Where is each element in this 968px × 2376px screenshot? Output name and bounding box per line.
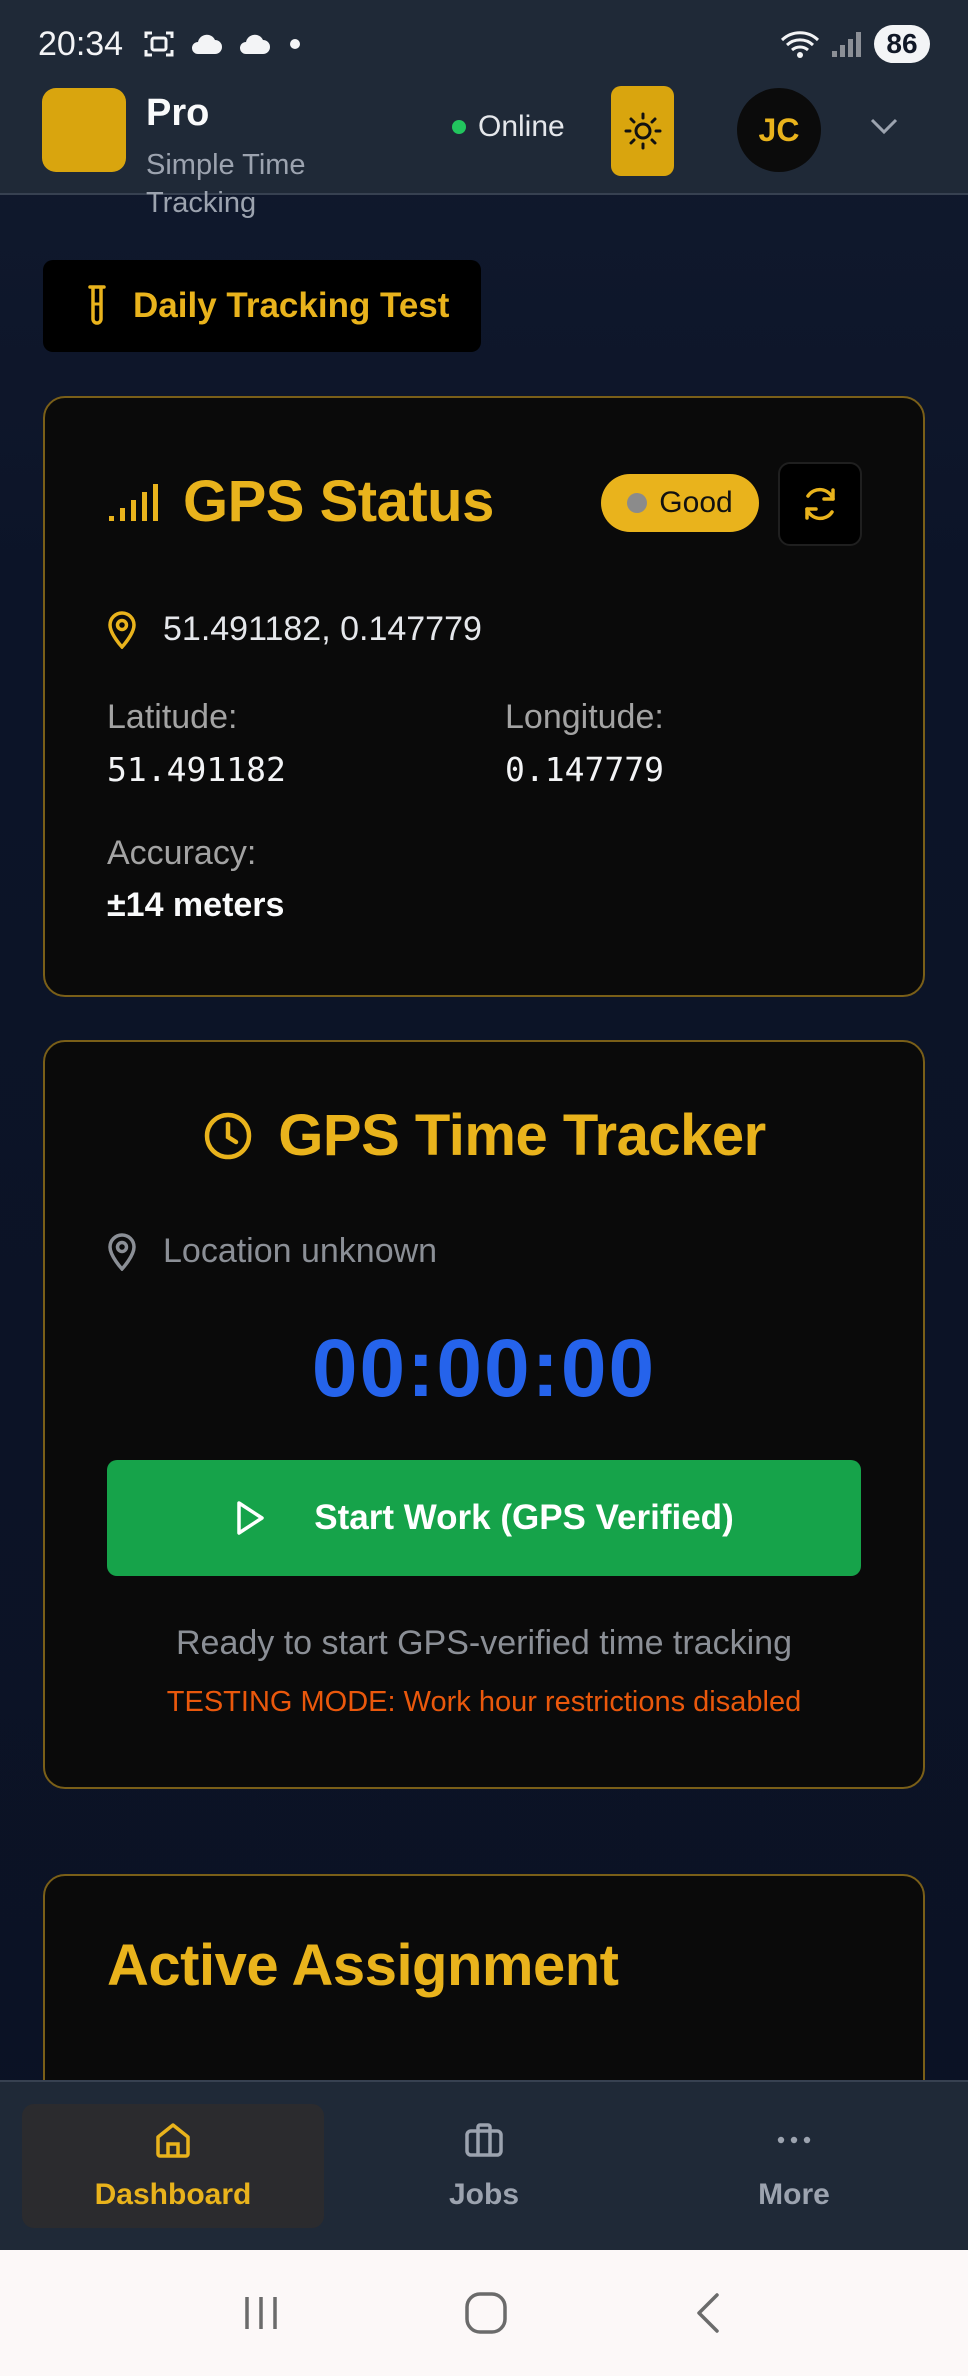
system-navigation-bar: [0, 2250, 968, 2376]
status-time: 20:34: [38, 24, 124, 63]
connection-status: Online: [452, 110, 565, 144]
play-icon: [237, 1501, 265, 1535]
app-screen: 20:34 86 Pro Simple Time Tracking Online…: [0, 0, 968, 2376]
timer-hours: 00: [311, 1323, 408, 1414]
wifi-icon: [780, 31, 820, 58]
tracker-ready-text: Ready to start GPS-verified time trackin…: [175, 1624, 792, 1662]
start-work-button[interactable]: Start Work (GPS Verified): [107, 1460, 861, 1576]
location-status-text: Location unknown: [163, 1232, 438, 1270]
elapsed-timer: 00:00:00: [45, 1322, 923, 1416]
cloud-icon: [192, 34, 223, 54]
gps-status-title: GPS Status: [183, 469, 494, 534]
latitude-value: 51.491182: [107, 750, 286, 789]
clock-icon: [205, 1112, 252, 1159]
theme-toggle-button[interactable]: [611, 86, 674, 176]
recent-apps-icon[interactable]: [239, 2291, 283, 2335]
nav-label-jobs: Jobs: [448, 2178, 520, 2211]
cloud-icon: [240, 34, 271, 54]
coordinates-text: 51.491182, 0.147779: [163, 610, 482, 648]
briefcase-icon: [465, 2123, 503, 2157]
gps-quality-badge: Good: [601, 474, 759, 532]
nav-item-more[interactable]: More: [643, 2104, 945, 2228]
app-title: Pro: [146, 92, 210, 134]
chevron-down-icon[interactable]: [868, 116, 900, 136]
more-icon: [777, 2136, 811, 2144]
refresh-icon: [805, 487, 835, 521]
longitude-value: 0.147779: [505, 750, 664, 789]
status-dot-icon: [627, 493, 648, 513]
nav-label-more: More: [758, 2178, 830, 2211]
active-assignment-card: Active Assignment: [43, 1874, 925, 2114]
timer-seconds: 00: [560, 1323, 657, 1414]
home-icon: [156, 2123, 190, 2158]
daily-tracking-test-label: Daily Tracking Test: [133, 286, 450, 325]
online-dot-icon: [452, 120, 466, 134]
active-assignment-title: Active Assignment: [107, 1933, 619, 1998]
timer-minutes: 00: [436, 1323, 532, 1414]
tracker-title: GPS Time Tracker: [278, 1103, 766, 1168]
map-pin-icon: [108, 1232, 136, 1271]
accuracy-value: ±14 meters: [107, 886, 285, 924]
screenshot-icon: [144, 31, 174, 57]
back-icon[interactable]: [689, 2289, 729, 2337]
sun-icon: [624, 112, 661, 150]
status-bar: 20:34 86: [0, 0, 968, 88]
signal-icon: [832, 32, 861, 57]
current-coordinates: 51.491182, 0.147779: [107, 610, 482, 649]
user-avatar[interactable]: JC: [737, 88, 821, 172]
testing-mode-notice: TESTING MODE: Work hour restrictions dis…: [166, 1686, 802, 1718]
map-pin-icon: [108, 610, 136, 649]
test-tube-icon: [88, 285, 106, 325]
signal-strength-icon: [109, 483, 158, 521]
timer-separator: :: [531, 1323, 561, 1414]
battery-icon: 86: [874, 25, 930, 63]
app-header: Pro Simple Time Tracking Online JC: [0, 86, 968, 219]
dot-icon: [290, 39, 301, 49]
start-work-label: Start Work (GPS Verified): [314, 1498, 734, 1537]
nav-item-jobs[interactable]: Jobs: [333, 2104, 635, 2228]
app-logo: [42, 88, 126, 172]
tracker-location: Location unknown: [107, 1232, 437, 1271]
refresh-gps-button[interactable]: [778, 462, 862, 546]
timer-separator: :: [407, 1323, 437, 1414]
nav-label-dashboard: Dashboard: [94, 2178, 252, 2211]
nav-item-dashboard[interactable]: Dashboard: [22, 2104, 324, 2228]
daily-tracking-test-button[interactable]: Daily Tracking Test: [43, 260, 481, 352]
home-button-icon[interactable]: [462, 2289, 510, 2337]
gps-quality-label: Good: [659, 486, 733, 519]
gps-status-card: GPS Status Good 51.491182, 0.147779 Lati…: [43, 396, 925, 997]
longitude-label: Longitude:: [505, 698, 664, 736]
gps-time-tracker-card: GPS Time Tracker Location unknown 00:00:…: [43, 1040, 925, 1789]
app-subtitle: Simple Time Tracking: [146, 149, 306, 219]
bottom-navigation: Dashboard Jobs More: [0, 2080, 968, 2250]
connection-status-label: Online: [478, 110, 565, 143]
latitude-label: Latitude:: [107, 698, 238, 736]
accuracy-label: Accuracy:: [107, 834, 257, 872]
